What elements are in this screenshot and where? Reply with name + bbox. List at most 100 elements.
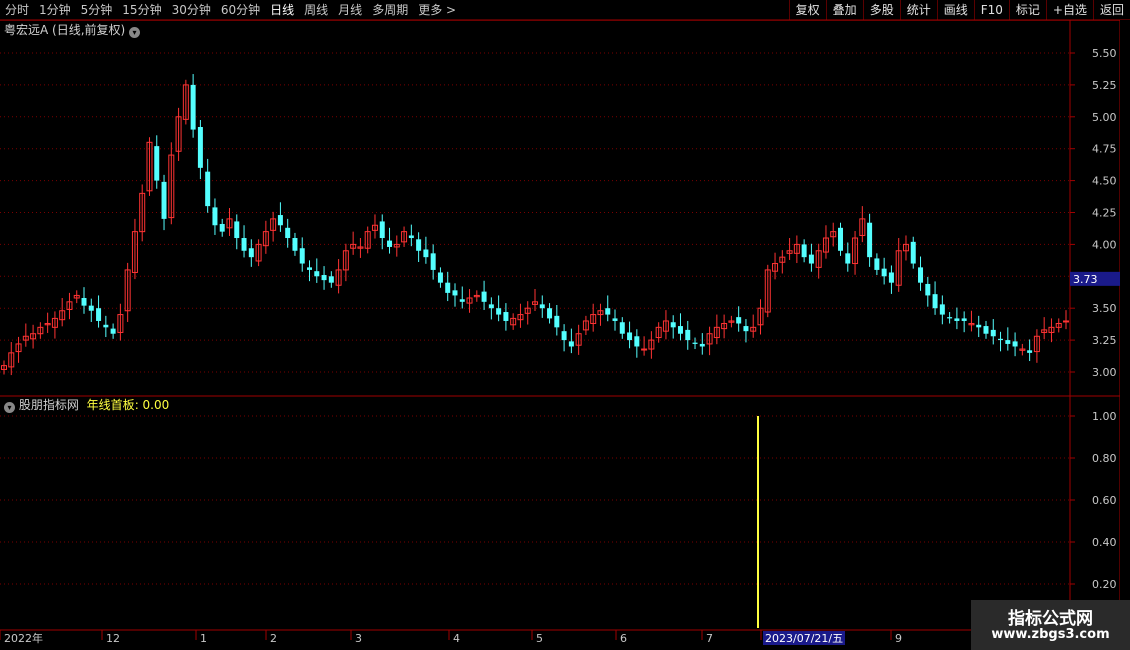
candle-body-down	[808, 254, 814, 264]
indicator-tick-label: 0.40	[1092, 536, 1117, 549]
xaxis-label: 2	[270, 632, 277, 645]
candle-body-down	[910, 241, 916, 264]
candle-body-down	[961, 318, 967, 321]
candle-body-down	[103, 324, 109, 328]
indicator-tick-label: 0.60	[1092, 494, 1117, 507]
candle-body-down	[416, 239, 422, 251]
candle-body-down	[605, 308, 611, 315]
candle-body-down	[154, 146, 160, 181]
candle-body-down	[488, 304, 494, 309]
xaxis-label: 2022年	[4, 631, 43, 645]
candle-body-down	[976, 324, 982, 328]
candle-body-down	[445, 282, 451, 293]
candle-body-down	[925, 283, 931, 296]
xaxis-label: 1	[200, 632, 207, 645]
candle-body-down	[387, 240, 393, 247]
candle-body-down	[845, 253, 851, 264]
chevron-down-icon[interactable]: ▾	[129, 27, 141, 38]
xaxis-label: 5	[536, 632, 543, 645]
candle-body-down	[277, 215, 283, 226]
candle-body-down	[241, 238, 247, 251]
candle-body-down	[197, 127, 203, 168]
candle-body-down	[96, 308, 102, 321]
candle-body-down	[736, 317, 742, 324]
price-tick-label: 3.00	[1092, 366, 1117, 379]
candle-body-down	[379, 221, 385, 239]
stock-name: 粤宏远A	[4, 23, 49, 37]
candle-body-down	[430, 253, 436, 270]
candle-body-down	[692, 342, 698, 344]
candle-body-down	[321, 275, 327, 281]
price-tick-label: 4.25	[1092, 207, 1117, 220]
candle-body-up	[1063, 320, 1069, 323]
price-tick-label: 4.50	[1092, 175, 1117, 188]
chart-mode: (日线,前复权)	[52, 23, 126, 37]
price-tick-label: 5.00	[1092, 111, 1117, 124]
indicator-name: 年线首板	[86, 398, 135, 412]
candle-body-down	[612, 318, 618, 321]
chart-title: 粤宏远A (日线,前复权) ▾	[4, 22, 141, 38]
candle-body-down	[503, 312, 509, 321]
candle-body-down	[743, 326, 749, 332]
candle-body-down	[918, 267, 924, 283]
candle-body-down	[947, 317, 953, 319]
price-tick-label: 5.25	[1092, 79, 1117, 92]
price-tick-label: 3.50	[1092, 302, 1117, 315]
candle-body-down	[990, 329, 996, 337]
candle-body-down	[801, 244, 807, 258]
candle-body-down	[939, 304, 945, 315]
candle-body-down	[1027, 350, 1033, 353]
xaxis-label: 12	[106, 632, 120, 645]
watermark: 指标公式网 www.zbgs3.com	[971, 600, 1130, 650]
candle-body-down	[88, 305, 94, 311]
price-tick-label: 4.00	[1092, 238, 1117, 251]
candle-body-down	[307, 267, 313, 270]
xaxis-label: 3	[355, 632, 362, 645]
candle-body-down	[292, 238, 298, 251]
candle-body-down	[314, 271, 320, 277]
xaxis-label: 2023/07/21/五	[765, 632, 843, 645]
candle-body-down	[954, 318, 960, 321]
chevron-down-icon[interactable]: ▾	[4, 402, 15, 413]
candle-body-down	[867, 222, 873, 258]
indicator-value: 0.00	[142, 398, 170, 412]
xaxis-label: 9	[895, 632, 902, 645]
candle-body-down	[881, 268, 887, 277]
candle-body-down	[190, 84, 196, 130]
candle-body-down	[205, 171, 211, 207]
candle-body-down	[634, 336, 640, 347]
price-tick-label: 4.75	[1092, 143, 1117, 156]
candle-body-down	[81, 297, 87, 306]
candle-body-down	[452, 290, 458, 296]
candle-body-down	[932, 294, 938, 309]
candle-body-up	[641, 348, 648, 351]
price-tick-label: 5.50	[1092, 47, 1117, 60]
candle-body-down	[299, 248, 305, 264]
indicator-source: 股朋指标网	[18, 398, 79, 412]
candle-body-down	[423, 249, 429, 258]
candle-body-down	[496, 308, 502, 315]
candle-body-down	[1005, 340, 1011, 344]
candle-body-down	[248, 248, 254, 258]
candle-body-down	[437, 272, 443, 283]
candle-body-down	[838, 227, 844, 251]
candle-body-down	[110, 328, 116, 334]
candle-body-down	[627, 332, 633, 341]
candle-body-down	[547, 308, 553, 319]
candle-body-down	[685, 329, 691, 341]
candle-body-down	[699, 343, 705, 347]
side-panel-edge	[1120, 20, 1130, 630]
xaxis-label: 6	[620, 632, 627, 645]
candle-body-down	[670, 322, 676, 328]
candle-body-down	[677, 326, 683, 334]
candle-body-down	[408, 235, 414, 239]
candle-body-down	[328, 276, 334, 283]
candle-body-down	[1012, 341, 1018, 347]
xaxis-label: 7	[706, 632, 713, 645]
watermark-url: www.zbgs3.com	[991, 627, 1110, 642]
candle-body-down	[161, 181, 167, 219]
price-tick-label: 3.25	[1092, 334, 1117, 347]
candle-body-down	[554, 315, 560, 328]
indicator-tick-label: 0.20	[1092, 578, 1117, 591]
indicator-title: ▾ 股朋指标网 年线首板: 0.00	[4, 397, 169, 413]
